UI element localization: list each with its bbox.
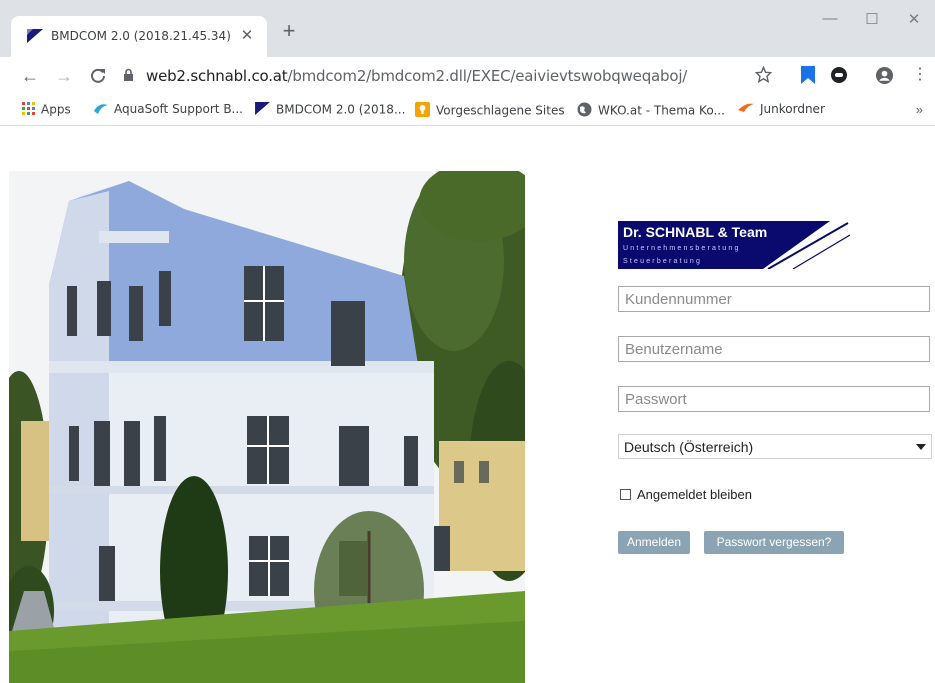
bookmark-suggested[interactable]: Vorgeschlagene Sites [415, 102, 565, 120]
bookmark-extension-icon[interactable] [801, 66, 815, 89]
language-value: Deutsch (Österreich) [624, 439, 754, 455]
maximize-icon[interactable]: ☐ [860, 10, 884, 28]
new-tab-icon[interactable]: + [277, 20, 301, 42]
customer-number-input[interactable] [619, 287, 929, 311]
aquasoft-icon [94, 102, 108, 117]
username-input[interactable] [619, 337, 929, 361]
remember-label: Angemeldet bleiben [637, 487, 752, 502]
apps-grid-icon [22, 102, 35, 118]
bookmark-label: AquaSoft Support B... [114, 102, 243, 116]
forgot-password-button[interactable]: Passwort vergessen? [704, 531, 844, 554]
building-photo [9, 171, 525, 683]
suggested-sites-icon [415, 102, 430, 120]
logo-line2: Steuerberatung [623, 258, 702, 265]
lock-icon[interactable] [123, 68, 134, 87]
tab-title: BMDCOM 2.0 (2018.21.45.34) [51, 29, 231, 43]
bookmark-aquasoft[interactable]: AquaSoft Support B... [94, 102, 243, 117]
extension-icon[interactable] [830, 66, 848, 89]
bookmark-label: Vorgeschlagene Sites [436, 103, 565, 118]
profile-icon[interactable] [875, 66, 894, 90]
logo-title: Dr. SCHNABL & Team [623, 224, 767, 240]
bookmark-label: Junkordner [760, 102, 825, 116]
bookmark-junkordner[interactable]: Junkordner [738, 102, 825, 117]
minimize-icon[interactable]: — [818, 10, 842, 27]
bookmark-apps[interactable]: Apps [22, 102, 71, 118]
browser-toolbar: ← → web2.schnabl.co.at/bmdcom2/bmdcom2.d… [0, 57, 935, 97]
reload-icon[interactable] [86, 65, 110, 89]
url-path: /bmdcom2/bmdcom2.dll/EXEC/eaivievtswobqw… [287, 67, 688, 85]
star-icon[interactable] [754, 65, 773, 88]
bmd-favicon-icon [27, 29, 43, 48]
logo-line1: Unternehmensberatung [623, 245, 741, 252]
forward-arrow-icon[interactable]: → [52, 65, 76, 87]
username-field[interactable] [618, 336, 930, 362]
login-button[interactable]: Anmelden [618, 531, 690, 554]
window-close-icon[interactable]: ✕ [902, 10, 926, 28]
remember-checkbox[interactable] [620, 489, 631, 500]
globe-icon [577, 102, 592, 120]
bookmark-label: Apps [41, 102, 71, 117]
junkordner-icon [738, 102, 754, 117]
bookmark-label: BMDCOM 2.0 (2018... [276, 102, 406, 117]
back-arrow-icon[interactable]: ← [18, 65, 42, 87]
password-input[interactable] [619, 387, 929, 411]
password-field[interactable] [618, 386, 930, 412]
tab-strip: BMDCOM 2.0 (2018.21.45.34) ✕ + — ☐ ✕ [0, 0, 935, 57]
menu-dots-icon[interactable]: ⋮ [912, 64, 928, 84]
bookmarks-bar: Apps AquaSoft Support B... BMDCOM 2.0 (2… [0, 97, 935, 126]
bmd-icon [255, 102, 270, 118]
customer-number-field[interactable] [618, 286, 930, 312]
browser-tab[interactable]: BMDCOM 2.0 (2018.21.45.34) ✕ [11, 16, 267, 57]
bookmark-label: WKO.at - Thema Ko... [598, 103, 725, 118]
address-bar[interactable]: web2.schnabl.co.at/bmdcom2/bmdcom2.dll/E… [146, 67, 687, 85]
close-tab-icon[interactable]: ✕ [237, 26, 257, 46]
bookmarks-overflow-icon[interactable]: » [916, 102, 923, 117]
bookmark-bmdcom[interactable]: BMDCOM 2.0 (2018... [255, 102, 405, 118]
dropdown-arrow-icon [916, 444, 926, 450]
language-select[interactable]: Deutsch (Österreich) [618, 434, 932, 459]
url-host: web2.schnabl.co.at [146, 67, 288, 85]
company-logo: Dr. SCHNABL & Team Unternehmensberatung … [618, 221, 851, 270]
bookmark-wko[interactable]: WKO.at - Thema Ko... [577, 102, 725, 120]
